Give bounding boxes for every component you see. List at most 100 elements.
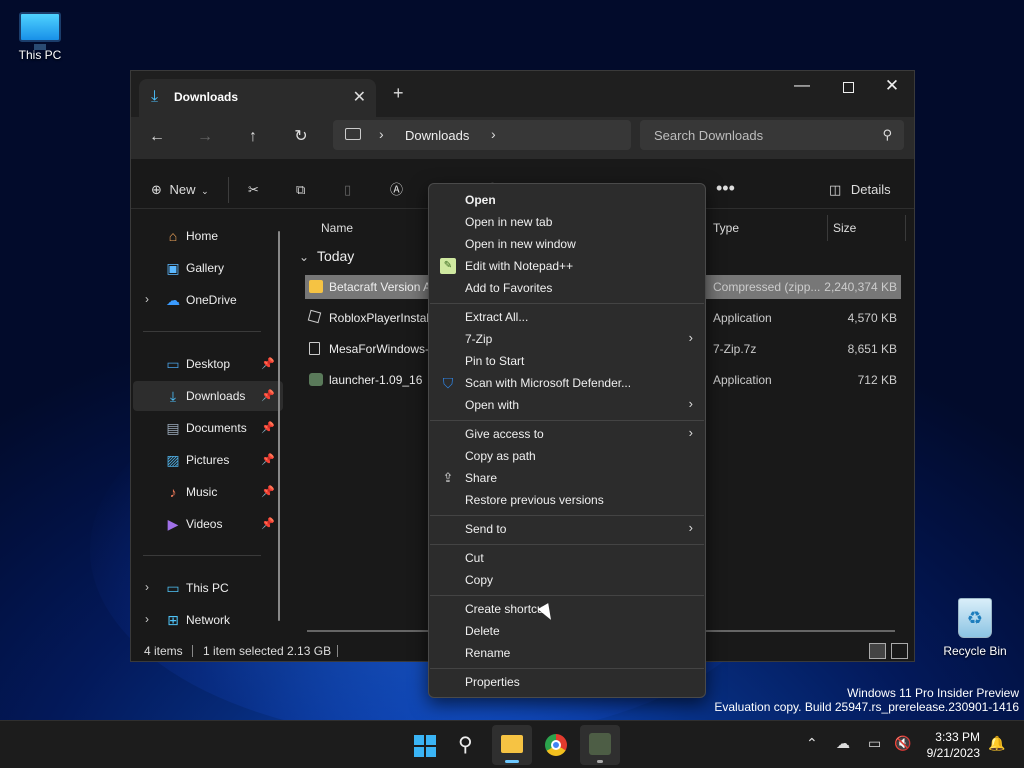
scissors-icon: ✂: [248, 182, 259, 197]
search-box[interactable]: Search Downloads ⚲: [640, 120, 904, 150]
details-view-icon[interactable]: [869, 643, 886, 659]
menu-item-properties[interactable]: Properties: [433, 671, 701, 693]
sidebar-item-videos[interactable]: ▶ Videos 📌: [133, 509, 283, 539]
see-more-button[interactable]: •••: [716, 177, 735, 203]
menu-item-edit-notepad[interactable]: ✎ Edit with Notepad++: [433, 255, 701, 277]
volume-muted-icon[interactable]: 🔇: [894, 735, 911, 752]
desktop-icon: ▭: [166, 356, 180, 372]
chevron-right-icon[interactable]: ›: [491, 126, 496, 142]
menu-item-copy-path[interactable]: Copy as path: [433, 445, 701, 467]
column-header-type[interactable]: Type: [713, 221, 739, 235]
show-hidden-icons-button[interactable]: ⌃: [806, 735, 818, 752]
rename-button[interactable]: Ⓐ: [390, 177, 403, 203]
search-button[interactable]: ⚲: [448, 725, 488, 765]
menu-item-create-shortcut[interactable]: Create shortcut: [433, 598, 701, 620]
menu-item-copy[interactable]: Copy: [433, 569, 701, 591]
minimize-button[interactable]: —: [779, 71, 825, 103]
menu-item-share[interactable]: ⇪ Share: [433, 467, 701, 489]
tab-downloads[interactable]: ⤓ Downloads ✕: [139, 79, 376, 117]
menu-item-open[interactable]: Open: [433, 189, 701, 211]
address-location[interactable]: Downloads: [405, 128, 469, 143]
sidebar-item-music[interactable]: ♪ Music 📌: [133, 477, 283, 507]
group-header-today[interactable]: ⌄ Today: [299, 248, 354, 264]
cut-button[interactable]: ✂: [248, 177, 259, 203]
menu-item-rename[interactable]: Rename: [433, 642, 701, 664]
sidebar-item-downloads[interactable]: ⤓ Downloads 📌: [133, 381, 283, 411]
chevron-right-icon[interactable]: ›: [145, 580, 149, 594]
menu-item-extract-all[interactable]: Extract All...: [433, 306, 701, 328]
sidebar-scrollbar[interactable]: [278, 231, 280, 621]
column-separator[interactable]: [827, 215, 828, 241]
details-button[interactable]: ◫ Details: [829, 177, 891, 203]
desktop-icon-this-pc[interactable]: This PC: [0, 12, 80, 62]
pin-icon[interactable]: 📌: [261, 517, 275, 530]
paste-button[interactable]: ▯: [344, 177, 351, 203]
gallery-icon: ▣: [166, 260, 180, 276]
menu-item-give-access[interactable]: Give access to ›: [433, 423, 701, 445]
column-header-size[interactable]: Size: [833, 221, 856, 235]
menu-item-open-new-tab[interactable]: Open in new tab: [433, 211, 701, 233]
clock[interactable]: 3:33 PM 9/21/2023: [910, 729, 980, 761]
new-button[interactable]: ⊕ New ⌄: [151, 177, 209, 203]
file-size: 712 KB: [857, 373, 897, 387]
close-tab-icon[interactable]: ✕: [353, 87, 366, 107]
taskbar-chrome[interactable]: [536, 725, 576, 765]
menu-item-label: Open with: [465, 398, 520, 412]
refresh-button[interactable]: ↻: [287, 125, 315, 149]
new-tab-button[interactable]: +: [393, 83, 404, 104]
menu-separator: [430, 420, 704, 421]
sidebar-item-network[interactable]: › ⊞ Network: [133, 605, 283, 635]
chevron-down-icon: ⌄: [201, 186, 209, 196]
copy-button[interactable]: ⧉: [296, 177, 305, 203]
chevron-right-icon[interactable]: ›: [145, 292, 149, 306]
menu-item-add-favorites[interactable]: Add to Favorites: [433, 277, 701, 299]
sidebar-item-documents[interactable]: ▤ Documents 📌: [133, 413, 283, 443]
forward-button[interactable]: →: [191, 125, 219, 149]
download-icon: ⤓: [169, 388, 177, 404]
up-button[interactable]: ↑: [239, 125, 267, 149]
network-tray-icon[interactable]: ▭: [868, 735, 881, 752]
close-window-button[interactable]: ✕: [869, 71, 915, 103]
sidebar-item-pictures[interactable]: ▨ Pictures 📌: [133, 445, 283, 475]
tiles-view-icon[interactable]: [891, 643, 908, 659]
chevron-right-icon[interactable]: ›: [145, 612, 149, 626]
file-name: Betacraft Version A: [329, 280, 432, 294]
pin-icon[interactable]: 📌: [261, 485, 275, 498]
column-separator[interactable]: [905, 215, 906, 241]
chevron-right-icon[interactable]: ›: [379, 126, 384, 142]
menu-item-send-to[interactable]: Send to ›: [433, 518, 701, 540]
menu-item-label: Copy as path: [465, 449, 536, 463]
sidebar-item-gallery[interactable]: ▣ Gallery: [133, 253, 283, 283]
address-bar[interactable]: › Downloads ›: [333, 120, 631, 150]
column-header-name[interactable]: Name: [321, 221, 353, 235]
onedrive-tray-icon[interactable]: ☁: [836, 735, 850, 752]
network-icon: ⊞: [167, 612, 179, 628]
launcher-icon: [309, 373, 323, 386]
pin-icon[interactable]: 📌: [261, 421, 275, 434]
file-size: 4,570 KB: [847, 311, 897, 325]
menu-item-delete[interactable]: Delete: [433, 620, 701, 642]
menu-item-open-new-window[interactable]: Open in new window: [433, 233, 701, 255]
sidebar-item-desktop[interactable]: ▭ Desktop 📌: [133, 349, 283, 379]
taskbar-launcher[interactable]: [580, 725, 620, 765]
sidebar-item-home[interactable]: ⌂ Home: [133, 221, 283, 251]
back-button[interactable]: ←: [143, 125, 171, 149]
pin-icon[interactable]: 📌: [261, 389, 275, 402]
notification-bell-icon[interactable]: 🔔: [988, 735, 1005, 752]
maximize-button[interactable]: [825, 71, 871, 103]
menu-item-open-with[interactable]: Open with ›: [433, 394, 701, 416]
pin-icon[interactable]: 📌: [261, 453, 275, 466]
group-label: Today: [316, 248, 355, 264]
menu-item-label: Delete: [465, 624, 500, 638]
menu-item-pin-start[interactable]: Pin to Start: [433, 350, 701, 372]
sidebar-item-this-pc[interactable]: › ▭ This PC: [133, 573, 283, 603]
taskbar-file-explorer[interactable]: [492, 725, 532, 765]
menu-item-7zip[interactable]: 7-Zip ›: [433, 328, 701, 350]
sidebar-item-onedrive[interactable]: › ☁ OneDrive: [133, 285, 283, 315]
menu-item-cut[interactable]: Cut: [433, 547, 701, 569]
pin-icon[interactable]: 📌: [261, 357, 275, 370]
desktop-icon-recycle-bin[interactable]: Recycle Bin: [935, 598, 1015, 658]
start-button[interactable]: [404, 725, 444, 765]
menu-item-restore-versions[interactable]: Restore previous versions: [433, 489, 701, 511]
menu-item-scan-defender[interactable]: ⛉ Scan with Microsoft Defender...: [433, 372, 701, 394]
